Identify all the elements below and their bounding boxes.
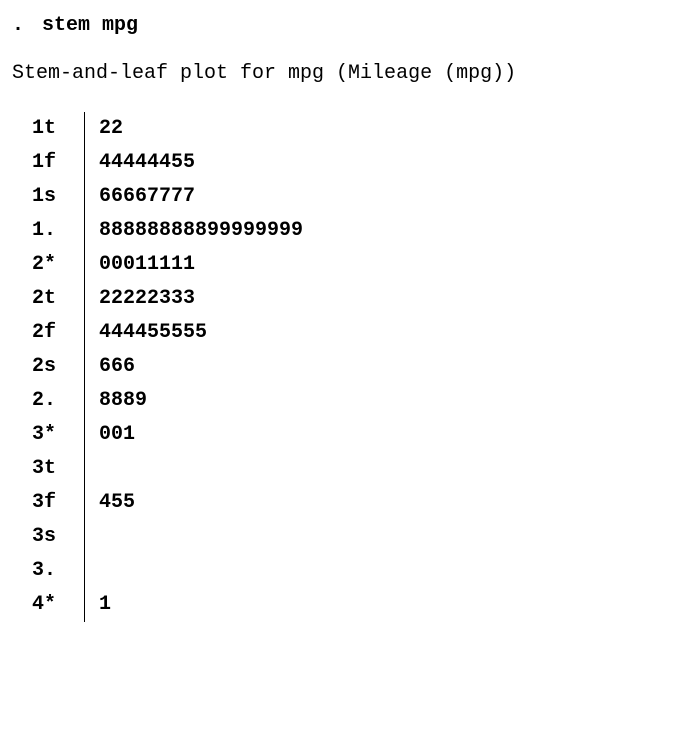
stem-leaf-divider	[84, 588, 85, 622]
stem-cell: 1.	[30, 217, 76, 245]
stem-leaf-row: 2s 666	[30, 350, 670, 384]
stem-cell: 2f	[30, 319, 76, 347]
leaf-cell: 444455555	[99, 319, 207, 347]
stem-leaf-row: 1t 22	[30, 112, 670, 146]
stem-leaf-row: 1f 44444455	[30, 146, 670, 180]
stem-cell: 3*	[30, 421, 76, 449]
stem-leaf-divider	[84, 520, 85, 554]
stem-cell: 1t	[30, 115, 76, 143]
stem-leaf-plot: 1t 22 1f 44444455 1s 66667777 1. 88888888899999…	[12, 112, 670, 622]
stem-leaf-row: 1s 66667777	[30, 180, 670, 214]
stem-leaf-row: 2t 22222333	[30, 282, 670, 316]
leaf-cell: 22222333	[99, 285, 195, 313]
leaf-cell: 00011111	[99, 251, 195, 279]
stem-leaf-row: 3t	[30, 452, 670, 486]
stem-cell: 1f	[30, 149, 76, 177]
stem-cell: 1s	[30, 183, 76, 211]
stem-leaf-divider	[84, 418, 85, 452]
leaf-cell: 8889	[99, 387, 147, 415]
leaf-cell: 001	[99, 421, 135, 449]
stem-cell: 3f	[30, 489, 76, 517]
stem-leaf-row: 3* 001	[30, 418, 670, 452]
leaf-cell: 66667777	[99, 183, 195, 211]
leaf-cell: 88888888899999999	[99, 217, 303, 245]
leaf-cell: 1	[99, 591, 111, 619]
stem-cell: 3.	[30, 557, 76, 585]
stem-leaf-divider	[84, 180, 85, 214]
stem-leaf-row: 2. 8889	[30, 384, 670, 418]
stem-leaf-divider	[84, 384, 85, 418]
stem-leaf-divider	[84, 146, 85, 180]
stem-leaf-row: 1. 88888888899999999	[30, 214, 670, 248]
stem-leaf-row: 4* 1	[30, 588, 670, 622]
stem-leaf-row: 3f 455	[30, 486, 670, 520]
leaf-cell: 22	[99, 115, 123, 143]
stem-leaf-row: 2* 00011111	[30, 248, 670, 282]
stem-leaf-divider	[84, 248, 85, 282]
leaf-cell: 666	[99, 353, 135, 381]
command-text: stem mpg	[42, 14, 138, 37]
leaf-cell: 455	[99, 489, 135, 517]
stem-leaf-row: 3.	[30, 554, 670, 588]
stem-leaf-divider	[84, 316, 85, 350]
command-line: . stem mpg	[12, 12, 670, 40]
stem-cell: 2*	[30, 251, 76, 279]
stem-cell: 3s	[30, 523, 76, 551]
stem-leaf-divider	[84, 452, 85, 486]
stem-leaf-divider	[84, 282, 85, 316]
stem-cell: 2.	[30, 387, 76, 415]
stem-leaf-divider	[84, 486, 85, 520]
stem-cell: 2s	[30, 353, 76, 381]
stem-leaf-row: 3s	[30, 520, 670, 554]
stem-cell: 3t	[30, 455, 76, 483]
plot-title: Stem-and-leaf plot for mpg (Mileage (mpg…	[12, 60, 670, 88]
stem-leaf-row: 2f 444455555	[30, 316, 670, 350]
prompt-bullet: .	[12, 14, 24, 37]
stem-cell: 2t	[30, 285, 76, 313]
leaf-cell: 44444455	[99, 149, 195, 177]
stem-leaf-divider	[84, 214, 85, 248]
stem-leaf-divider	[84, 350, 85, 384]
stem-cell: 4*	[30, 591, 76, 619]
stem-leaf-divider	[84, 554, 85, 588]
stem-leaf-divider	[84, 112, 85, 146]
